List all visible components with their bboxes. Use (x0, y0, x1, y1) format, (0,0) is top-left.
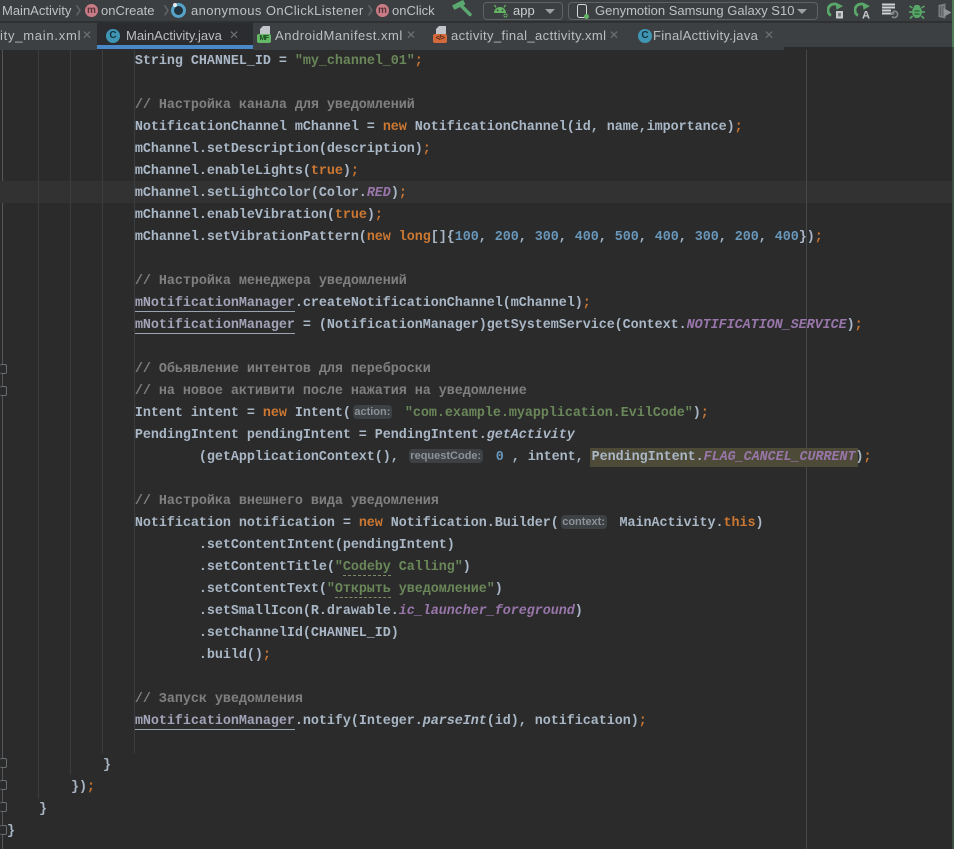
svg-text:A: A (862, 10, 870, 21)
